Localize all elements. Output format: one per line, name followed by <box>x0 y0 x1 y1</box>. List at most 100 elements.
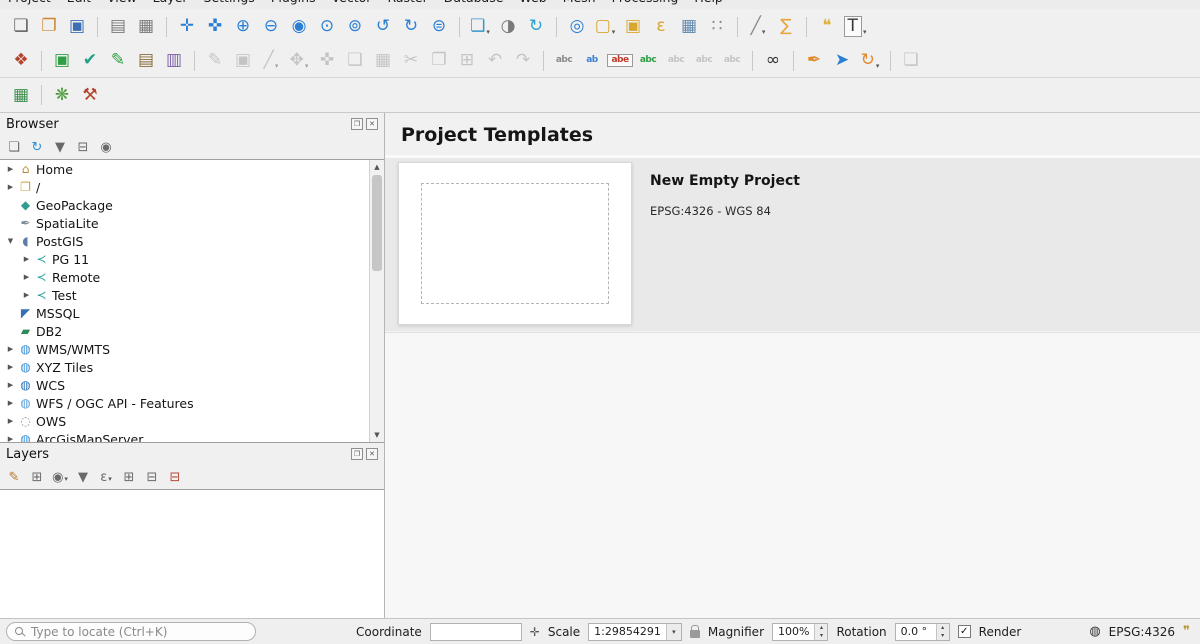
add-group-button[interactable]: ⊞ <box>27 467 47 487</box>
scroll-down-icon[interactable]: ▼ <box>370 428 384 442</box>
expand-arrow-icon[interactable]: ▶ <box>4 183 17 191</box>
move-feature-button[interactable]: ✜ <box>314 48 340 74</box>
highlight-pinned-labels-button[interactable]: abc <box>635 48 661 74</box>
coordinate-input[interactable] <box>430 623 522 641</box>
spin-down-icon[interactable]: ▾ <box>815 632 827 640</box>
zoom-out-button[interactable]: ⊖ <box>258 14 284 40</box>
copy-move-feature-button[interactable]: ❏ <box>342 48 368 74</box>
new-geopackage-layer-button[interactable]: ▣ <box>49 48 75 74</box>
browser-tree-item[interactable]: ▶◍WFS / OGC API - Features <box>0 394 384 412</box>
deselect-features-button[interactable]: ▣ <box>620 14 646 40</box>
template-card[interactable] <box>398 162 632 325</box>
collapse-all-layers-button[interactable]: ⊟ <box>142 467 162 487</box>
expand-arrow-icon[interactable]: ▶ <box>20 291 33 299</box>
new-temporary-scratch-layer-button[interactable]: ▤ <box>133 48 159 74</box>
zoom-last-button[interactable]: ↺ <box>370 14 396 40</box>
street-view-button[interactable]: ∞ <box>760 48 786 74</box>
globe-icon[interactable]: ◍ <box>1089 625 1100 638</box>
rotate-label-button[interactable]: abc <box>691 48 717 74</box>
menu-item-plugins[interactable]: Plugins <box>271 0 316 5</box>
browser-tree-item[interactable]: ▶❐/ <box>0 178 384 196</box>
expand-arrow-icon[interactable]: ▶ <box>4 381 17 389</box>
rotation-stepper[interactable]: 0.0 ° ▴ ▾ <box>895 623 950 641</box>
spin-up-icon[interactable]: ▴ <box>815 624 827 632</box>
statistical-summary-button[interactable]: ∑ <box>773 14 799 40</box>
browser-tree-scrollbar[interactable]: ▲ ▼ <box>369 160 384 442</box>
expand-arrow-icon[interactable]: ▶ <box>20 255 33 263</box>
move-label-button[interactable]: abc <box>663 48 689 74</box>
new-project-button[interactable]: ❏ <box>8 14 34 40</box>
layer-diagram-options-button[interactable]: ab <box>579 48 605 74</box>
browser-tree-item[interactable]: ◆GeoPackage <box>0 196 384 214</box>
map-preview-button[interactable]: ▦ <box>8 82 34 108</box>
paste-features-button[interactable]: ⊞ <box>454 48 480 74</box>
zoom-to-layer-button[interactable]: ⊚ <box>342 14 368 40</box>
magnifier-stepper[interactable]: 100% ▴ ▾ <box>772 623 828 641</box>
remove-layer-button[interactable]: ⊟ <box>165 467 185 487</box>
metasearch-button[interactable]: ✒ <box>801 48 827 74</box>
refresh-map-button[interactable]: ↻ <box>523 14 549 40</box>
browser-tree-item[interactable]: ▶≺PG 11 <box>0 250 384 268</box>
browser-tree-item[interactable]: ▶≺Test <box>0 286 384 304</box>
grass-tools-button[interactable]: ❋ <box>49 82 75 108</box>
new-virtual-layer-button[interactable]: ▥ <box>161 48 187 74</box>
select-features-button[interactable]: ▢▾ <box>592 14 618 40</box>
expand-arrow-icon[interactable]: ▶ <box>20 273 33 281</box>
copy-features-button[interactable]: ❐ <box>426 48 452 74</box>
browser-tree-item[interactable]: ▶≺Remote <box>0 268 384 286</box>
delete-selected-button[interactable]: ▦ <box>370 48 396 74</box>
new-print-layout-button[interactable]: ▤ <box>105 14 131 40</box>
menu-item-mesh[interactable]: Mesh <box>563 0 596 5</box>
show-layout-manager-button[interactable]: ▦ <box>133 14 159 40</box>
browser-float-button[interactable]: ❐ <box>351 118 363 130</box>
reload-plugins-button[interactable]: ↻▾ <box>857 48 883 74</box>
toggle-editing-button[interactable]: ✎ <box>202 48 228 74</box>
add-selected-layers-button[interactable]: ❏ <box>4 137 24 157</box>
zoom-in-button[interactable]: ⊕ <box>230 14 256 40</box>
browser-tree-item[interactable]: ▶◍ArcGisMapServer <box>0 430 384 443</box>
plugin-toolbox-button[interactable]: ⚒ <box>77 82 103 108</box>
pan-to-selection-button[interactable]: ✜ <box>202 14 228 40</box>
zoom-next-button[interactable]: ↻ <box>398 14 424 40</box>
filter-by-expression-button[interactable]: ε▾ <box>96 467 116 487</box>
field-calculator-button[interactable]: ∷ <box>704 14 730 40</box>
change-label-button[interactable]: abc <box>719 48 745 74</box>
browser-tree-item[interactable]: ▼◖PostGIS <box>0 232 384 250</box>
digitize-segment-button[interactable]: ╱▾ <box>258 48 284 74</box>
new-spatialite-layer-button[interactable]: ✎ <box>105 48 131 74</box>
redo-button[interactable]: ↷ <box>510 48 536 74</box>
menu-item-help[interactable]: Help <box>694 0 723 5</box>
spin-down-icon[interactable]: ▾ <box>937 632 949 640</box>
zoom-native-button[interactable]: ⊜ <box>426 14 452 40</box>
messages-icon[interactable]: ❞ <box>1183 625 1190 638</box>
expand-arrow-icon[interactable]: ▶ <box>4 165 17 173</box>
zoom-to-selection-button[interactable]: ⊙ <box>314 14 340 40</box>
browser-tree-item[interactable]: ▶⌂Home <box>0 160 384 178</box>
open-project-button[interactable]: ❐ <box>36 14 62 40</box>
expand-arrow-icon[interactable]: ▶ <box>4 435 17 443</box>
help-contents-button[interactable]: ❏ <box>898 48 924 74</box>
browser-close-button[interactable]: ✕ <box>366 118 378 130</box>
browser-tree-item[interactable]: ▶◍XYZ Tiles <box>0 358 384 376</box>
menu-item-database[interactable]: Database <box>444 0 504 5</box>
locate-input[interactable] <box>6 622 256 641</box>
go-arrow-button[interactable]: ➤ <box>829 48 855 74</box>
crs-status[interactable]: EPSG:4326 <box>1109 625 1175 639</box>
menu-item-processing[interactable]: Processing <box>612 0 679 5</box>
browser-tree-item[interactable]: ▰DB2 <box>0 322 384 340</box>
lock-icon[interactable] <box>690 630 700 638</box>
browser-tree-item[interactable]: ✒SpatiaLite <box>0 214 384 232</box>
menu-item-edit[interactable]: Edit <box>67 0 91 5</box>
temporal-controller-button[interactable]: ◑ <box>495 14 521 40</box>
save-project-button[interactable]: ▣ <box>64 14 90 40</box>
cut-features-button[interactable]: ✂ <box>398 48 424 74</box>
layers-close-button[interactable]: ✕ <box>366 448 378 460</box>
layers-list-empty[interactable] <box>0 489 384 618</box>
menu-item-settings[interactable]: Settings <box>204 0 255 5</box>
manage-map-themes-button[interactable]: ◉▾ <box>50 467 70 487</box>
menu-item-web[interactable]: Web <box>519 0 546 5</box>
pan-map-button[interactable]: ✛ <box>174 14 200 40</box>
menu-item-view[interactable]: View <box>107 0 137 5</box>
new-text-annotation-button[interactable]: T▾ <box>842 14 868 40</box>
select-by-expression-button[interactable]: ε <box>648 14 674 40</box>
